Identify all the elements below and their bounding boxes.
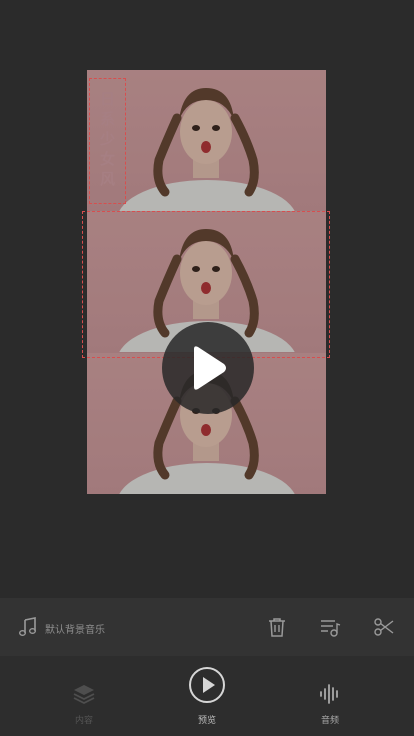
nav-label: 音频 — [320, 716, 339, 726]
nav-tab-content[interactable]: 内容 — [44, 656, 124, 736]
trash-icon[interactable] — [266, 616, 288, 638]
play-icon — [194, 346, 226, 390]
waveform-icon — [320, 684, 338, 704]
layers-icon — [73, 685, 95, 705]
nav-label: 内容 — [74, 716, 93, 726]
title-text-box[interactable]: 日系少女风 — [89, 78, 126, 204]
play-button[interactable] — [162, 322, 254, 414]
scissors-icon[interactable] — [373, 616, 395, 638]
play-circle-icon — [189, 667, 225, 703]
bottom-nav: 内容 预览 音频 — [0, 656, 414, 736]
nav-tab-audio[interactable]: 音频 — [290, 656, 370, 736]
playlist-music-icon[interactable] — [319, 616, 341, 638]
title-text: 日系少女风 — [98, 91, 116, 191]
background-music-label[interactable]: 默认背景音乐 — [45, 621, 105, 636]
nav-tab-preview[interactable]: 预览 — [167, 656, 247, 736]
nav-label: 预览 — [197, 716, 216, 726]
music-note-icon[interactable] — [18, 617, 38, 637]
